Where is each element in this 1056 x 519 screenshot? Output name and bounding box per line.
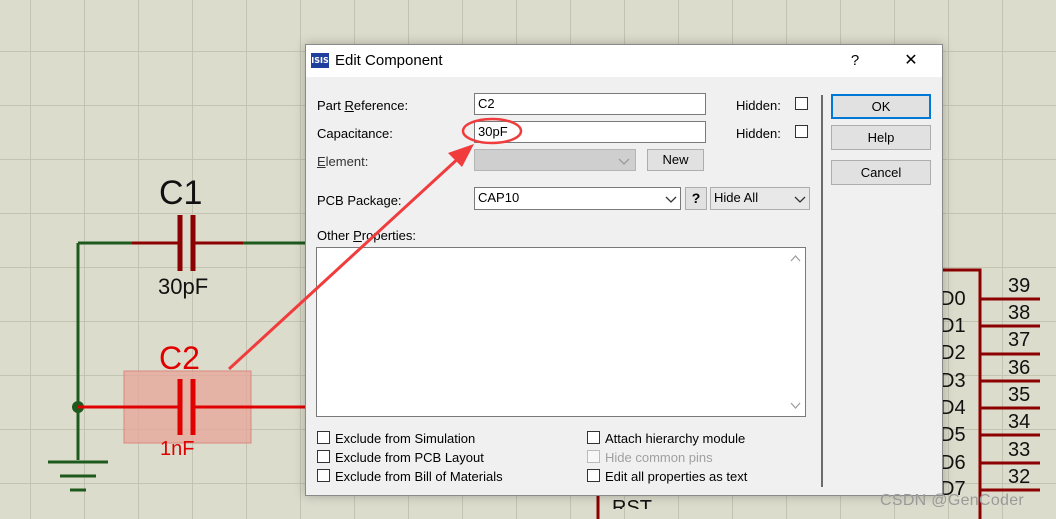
annotation-circle bbox=[461, 117, 523, 145]
annotation-arrow-line bbox=[227, 153, 464, 371]
watermark-text: CSDN @GenCoder bbox=[880, 492, 1025, 509]
annotation-overlay bbox=[227, 117, 523, 371]
